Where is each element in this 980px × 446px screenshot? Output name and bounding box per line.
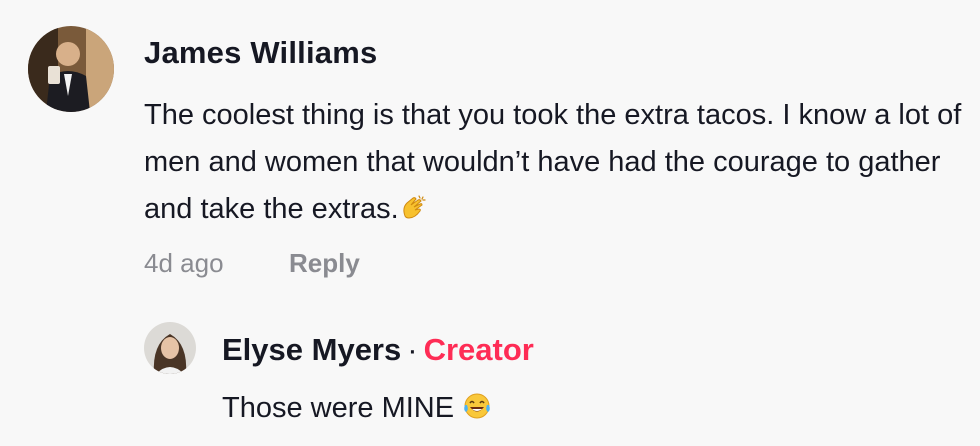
reply-header: Elyse Myers · Creator (222, 332, 534, 368)
creator-badge: Creator (423, 332, 534, 367)
comment-body: The coolest thing is that you took the e… (144, 99, 962, 225)
clapping-hands-emoji-icon (399, 190, 427, 237)
reply-text: Those were MINE (222, 391, 492, 429)
separator-dot: · (407, 332, 418, 367)
comment-author[interactable]: James Williams (144, 35, 377, 71)
avatar[interactable] (144, 322, 196, 374)
tears-of-joy-emoji-icon (462, 391, 492, 429)
reply-button[interactable]: Reply (289, 248, 360, 279)
comment-text: The coolest thing is that you took the e… (144, 92, 964, 237)
avatar[interactable] (28, 26, 114, 112)
comment-timestamp: 4d ago (144, 248, 224, 278)
comment-thread: James Williams The coolest thing is that… (0, 0, 980, 446)
reply-author[interactable]: Elyse Myers (222, 332, 401, 367)
reply-body: Those were MINE (222, 392, 455, 424)
